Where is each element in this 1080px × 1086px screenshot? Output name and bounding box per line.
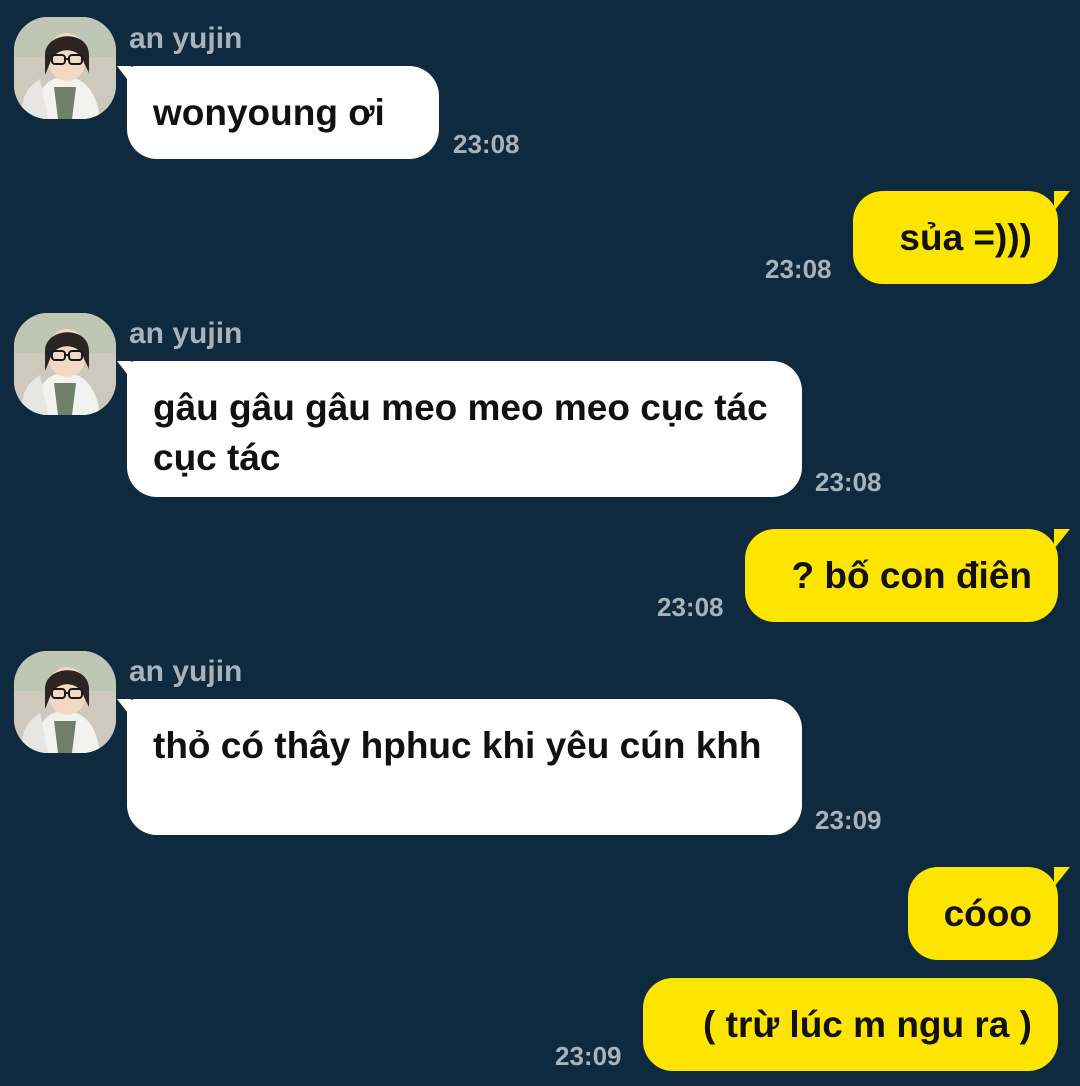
- message-text: wonyoung ơi: [153, 92, 385, 133]
- sender-name: an yujin: [129, 22, 243, 55]
- chat-view[interactable]: an yujin wonyoung ơi 23:08 sủa =))) 23:0…: [0, 0, 1080, 1086]
- message-timestamp: 23:08: [453, 129, 520, 159]
- outgoing-message-bubble[interactable]: ? bố con điên: [745, 529, 1070, 622]
- sender-avatar-icon[interactable]: [14, 313, 116, 415]
- outgoing-message-bubble[interactable]: cóoo: [908, 867, 1070, 960]
- message-text: cóoo: [943, 893, 1032, 934]
- sender-name: an yujin: [129, 655, 243, 688]
- incoming-message-bubble[interactable]: wonyoung ơi: [117, 66, 439, 159]
- message-timestamp: 23:09: [555, 1041, 622, 1071]
- message-timestamp: 23:09: [815, 805, 882, 835]
- message-timestamp: 23:08: [765, 254, 832, 284]
- message-text: ( trừ lúc m ngu ra ): [703, 1004, 1032, 1045]
- incoming-message-bubble[interactable]: gâu gâu gâu meo meo meo cục tác cục tác: [117, 361, 802, 497]
- message-text: sủa =))): [899, 217, 1032, 258]
- outgoing-message-bubble[interactable]: ( trừ lúc m ngu ra ): [643, 978, 1058, 1071]
- message-text: thỏ có thây hphuc khi yêu cún khh: [153, 725, 762, 766]
- sender-avatar-icon[interactable]: [14, 17, 116, 119]
- outgoing-message-bubble[interactable]: sủa =))): [853, 191, 1070, 284]
- message-text: gâu gâu gâu meo meo meo cục tác cục tác: [153, 387, 768, 478]
- sender-name: an yujin: [129, 317, 243, 350]
- sender-avatar-icon[interactable]: [14, 651, 116, 753]
- message-timestamp: 23:08: [815, 467, 882, 497]
- message-timestamp: 23:08: [657, 592, 724, 622]
- incoming-message-bubble[interactable]: thỏ có thây hphuc khi yêu cún khh: [117, 699, 802, 835]
- message-text: ? bố con điên: [791, 555, 1032, 596]
